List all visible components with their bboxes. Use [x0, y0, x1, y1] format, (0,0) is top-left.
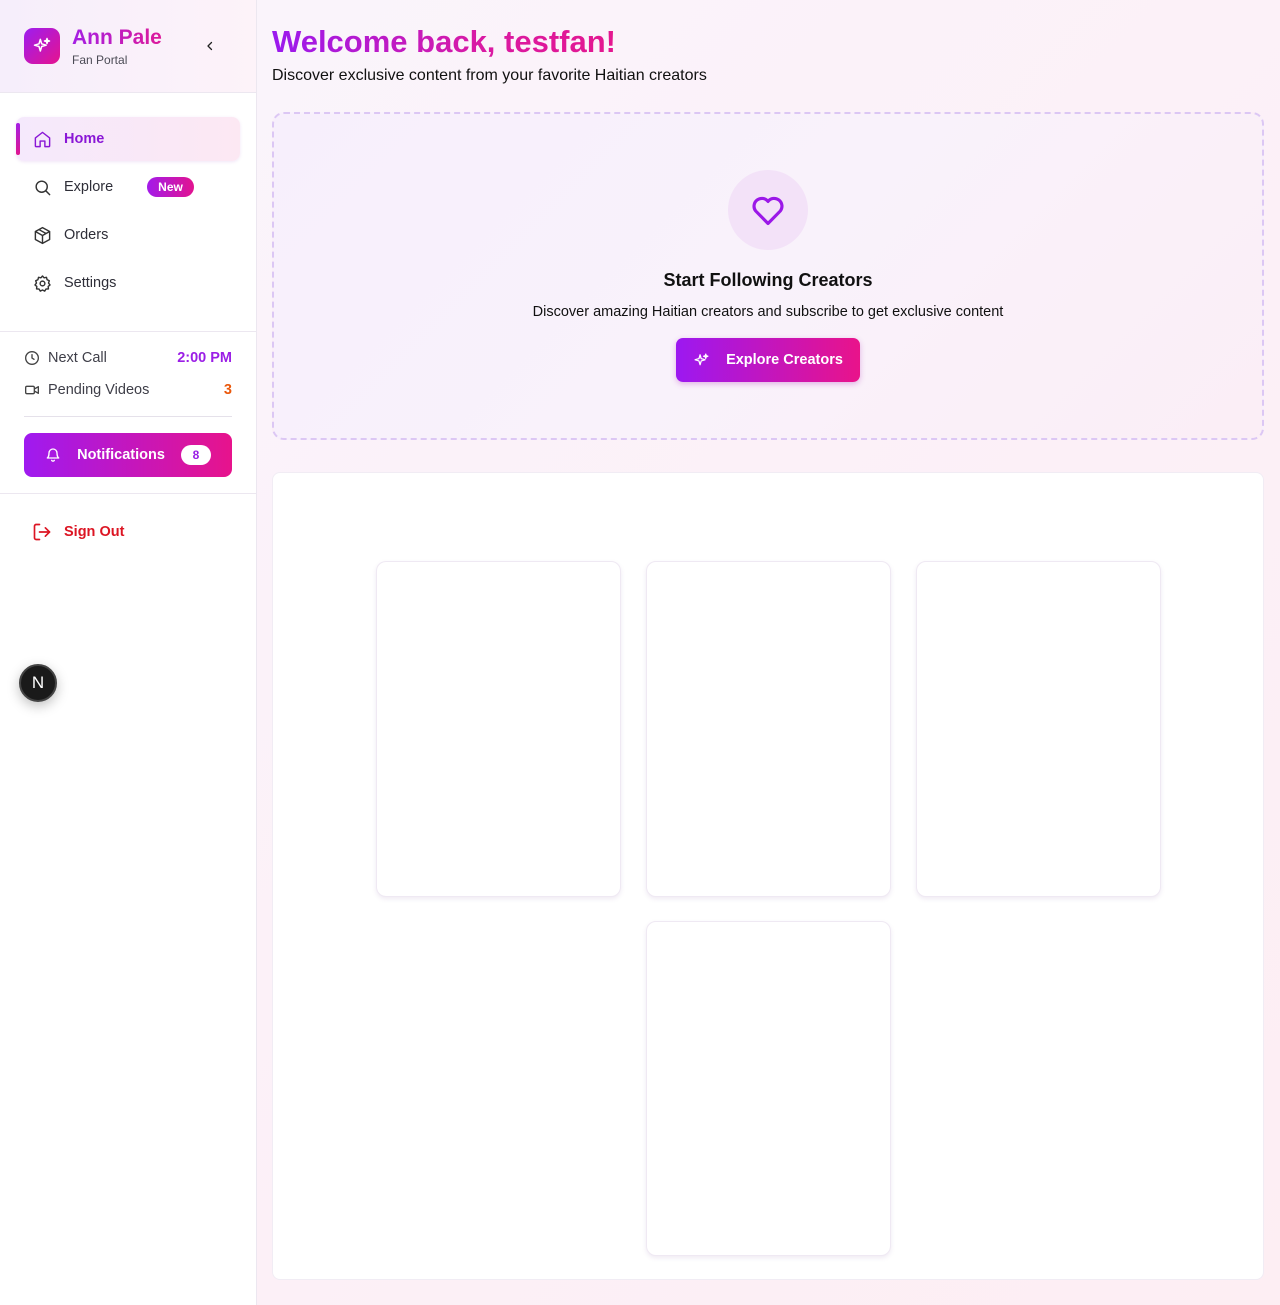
- sidebar-item-home[interactable]: Home: [16, 117, 240, 161]
- empty-state-title: Start Following Creators: [663, 270, 873, 290]
- explore-creators-label: Explore Creators: [726, 352, 843, 368]
- sidebar-item-settings[interactable]: Settings: [16, 261, 240, 305]
- brand-name: Ann Pale: [72, 26, 162, 49]
- skeleton-card: [646, 921, 891, 1256]
- collapse-sidebar-button[interactable]: [200, 36, 220, 56]
- next-call-label: Next Call: [48, 350, 107, 366]
- pending-videos-label: Pending Videos: [48, 382, 150, 398]
- sparkles-logo-icon[interactable]: [24, 28, 60, 64]
- chevron-left-icon: [207, 41, 213, 51]
- sidebar-item-explore[interactable]: Explore New: [16, 165, 240, 209]
- sparkles-icon: [693, 352, 710, 369]
- content-feed-panel: [272, 472, 1264, 1280]
- sidebar-nav: Home Explore New Orders Settings: [16, 117, 240, 309]
- empty-state-card: Start Following Creators Discover amazin…: [272, 112, 1264, 440]
- gear-icon: [32, 273, 52, 293]
- skeleton-card: [646, 561, 891, 897]
- page-subtitle: Discover exclusive content from your fav…: [272, 67, 707, 84]
- divider: [0, 331, 257, 332]
- bell-icon: [45, 447, 61, 463]
- new-badge: New: [147, 177, 194, 197]
- sidebar-item-label: Orders: [64, 227, 109, 243]
- sidebar-item-orders[interactable]: Orders: [16, 213, 240, 257]
- next-call-value: 2:00 PM: [177, 350, 232, 366]
- notifications-label: Notifications: [77, 447, 165, 463]
- pending-videos-stat: Pending Videos 3: [24, 380, 232, 400]
- skeleton-card: [376, 561, 621, 897]
- heart-icon: [728, 170, 808, 250]
- empty-state-description: Discover amazing Haitian creators and su…: [532, 304, 1004, 320]
- notifications-button[interactable]: Notifications 8: [24, 433, 232, 477]
- brand-subtitle: Fan Portal: [72, 53, 128, 67]
- skeleton-card: [916, 561, 1161, 897]
- notifications-count-badge: 8: [180, 445, 211, 465]
- dev-tools-badge[interactable]: N: [19, 664, 57, 702]
- divider: [24, 416, 232, 417]
- sidebar-item-label: Explore: [64, 179, 114, 195]
- video-icon: [24, 382, 40, 398]
- sidebar-item-label: Settings: [64, 275, 117, 291]
- log-out-icon: [32, 522, 52, 542]
- package-icon: [32, 225, 52, 245]
- home-icon: [32, 129, 52, 149]
- clock-icon: [24, 350, 40, 366]
- sidebar: Ann Pale Fan Portal Home Explore New Ord…: [0, 0, 257, 1305]
- sign-out-label: Sign Out: [64, 524, 125, 540]
- explore-creators-button[interactable]: Explore Creators: [676, 338, 860, 382]
- page-title: Welcome back, testfan!: [272, 24, 616, 59]
- sidebar-item-label: Home: [64, 131, 105, 147]
- search-icon: [32, 177, 52, 197]
- brand-header: Ann Pale Fan Portal: [0, 0, 256, 93]
- pending-videos-value: 3: [223, 382, 232, 398]
- divider: [0, 493, 257, 494]
- sign-out-button[interactable]: Sign Out: [32, 520, 124, 544]
- next-call-stat: Next Call 2:00 PM: [24, 348, 232, 368]
